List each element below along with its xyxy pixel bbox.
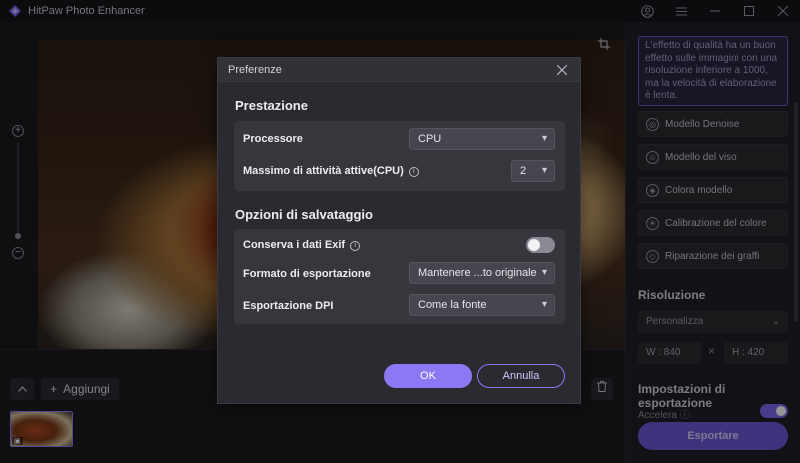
chevron-down-icon: ▾ xyxy=(541,299,547,310)
chevron-down-icon: ▾ xyxy=(541,267,547,278)
exif-label: Conserva i dati Exif i xyxy=(243,239,361,251)
cancel-button[interactable]: Annulla xyxy=(477,364,565,388)
max-tasks-value: 2 xyxy=(520,165,527,177)
exif-text: Conserva i dati Exif xyxy=(243,239,346,251)
chevron-down-icon: ▾ xyxy=(541,165,547,176)
dialog-title: Preferenze xyxy=(228,63,282,76)
save-options-heading: Opzioni di salvataggio xyxy=(235,207,373,222)
save-options-card: Conserva i dati Exif i Formato di esporta… xyxy=(234,229,565,324)
app-window: HitPaw Photo Enhancer + − + Aggiungi ▣ L… xyxy=(0,0,800,463)
preferences-dialog: Preferenze Prestazione Processore CPU ▾ … xyxy=(217,57,581,404)
processor-select[interactable]: CPU ▾ xyxy=(409,128,555,150)
dialog-header: Preferenze xyxy=(218,58,580,82)
processor-value: CPU xyxy=(418,133,442,145)
format-label: Formato di esportazione xyxy=(243,268,371,280)
performance-heading: Prestazione xyxy=(235,98,308,113)
format-value: Mantenere ...to originale xyxy=(418,267,537,279)
format-select[interactable]: Mantenere ...to originale ▾ xyxy=(409,262,555,284)
max-tasks-label: Massimo di attività attive(CPU) i xyxy=(243,165,419,177)
info-icon: i xyxy=(350,241,361,251)
close-icon[interactable] xyxy=(554,62,570,78)
dpi-select[interactable]: Come la fonte ▾ xyxy=(409,294,555,316)
dpi-label: Esportazione DPI xyxy=(243,300,334,312)
processor-label: Processore xyxy=(243,133,303,145)
dpi-value: Come la fonte xyxy=(418,299,487,311)
max-tasks-text: Massimo di attività attive(CPU) xyxy=(243,165,404,177)
ok-button[interactable]: OK xyxy=(384,364,472,388)
max-tasks-select[interactable]: 2 ▾ xyxy=(511,160,555,182)
info-icon: i xyxy=(408,167,419,177)
performance-card: Processore CPU ▾ Massimo di attività att… xyxy=(234,121,565,191)
chevron-down-icon: ▾ xyxy=(541,133,547,144)
exif-toggle[interactable] xyxy=(526,237,555,253)
